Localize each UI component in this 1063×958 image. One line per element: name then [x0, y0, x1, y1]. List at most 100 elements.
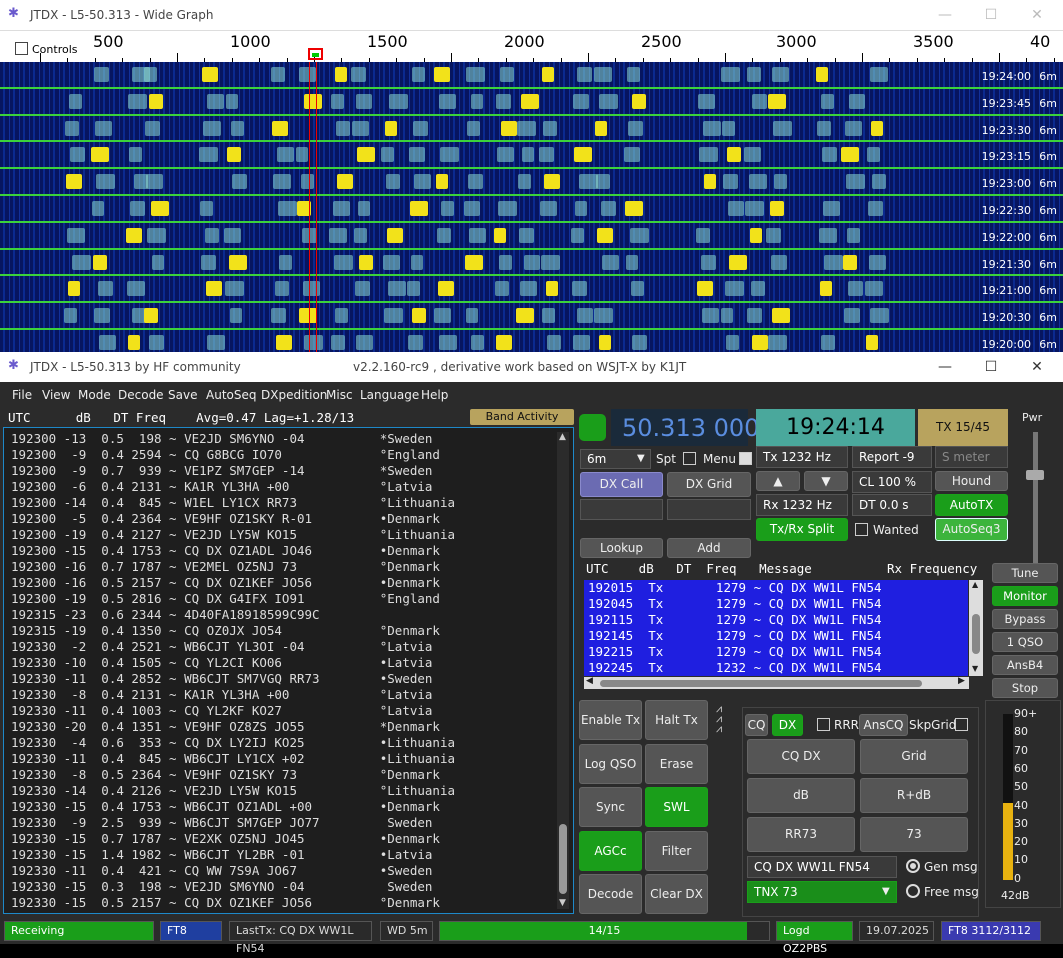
- dx-button[interactable]: DX: [772, 714, 803, 736]
- tx-down-button[interactable]: ▼: [804, 471, 848, 491]
- decode-line[interactable]: 192315 -19 0.4 1350 ~ CQ OZ0JX JO54 °Den…: [11, 623, 440, 639]
- tx-frequency-spin[interactable]: Tx 1232 Hz: [756, 446, 848, 468]
- scroll-right-icon[interactable]: ▶: [958, 676, 965, 686]
- swl-mode-button[interactable]: SWL mode: [645, 787, 708, 852]
- scroll-up-icon[interactable]: ▲: [559, 432, 566, 442]
- hound-button[interactable]: Hound: [935, 471, 1008, 491]
- menu-autoseq[interactable]: AutoSeq: [206, 388, 256, 402]
- macro-r-db-button[interactable]: R+dB: [860, 778, 968, 813]
- wanted-checkbox[interactable]: [855, 523, 868, 536]
- minimize-icon[interactable]: —: [922, 0, 968, 30]
- decode-scroll-thumb[interactable]: [559, 824, 567, 894]
- close-icon[interactable]: ✕: [1014, 352, 1060, 382]
- tx-arrows-icon[interactable]: ⩘ ⩘ ⩘: [716, 703, 722, 734]
- menu-save[interactable]: Save: [168, 388, 197, 402]
- decode-line[interactable]: 192300 -9 0.4 2594 ~ CQ G8BCG IO70 °Engl…: [11, 447, 440, 463]
- bypass-button[interactable]: Bypass: [992, 609, 1058, 629]
- tx-history-list[interactable]: 192015 Tx 1279 ~ CQ DX WW1L FN54 192045 T…: [584, 580, 968, 676]
- free-msg-radio[interactable]: [906, 884, 920, 898]
- ansb4-button[interactable]: AnsB4: [992, 655, 1058, 675]
- menu-view[interactable]: View: [42, 388, 70, 402]
- anscq-button[interactable]: AnsCQ: [859, 714, 908, 736]
- free-msg-select[interactable]: TNX 73: [747, 881, 897, 903]
- tx-history-hscrollbar[interactable]: ◀ ▶: [584, 676, 969, 689]
- cq-button[interactable]: CQ: [745, 714, 768, 736]
- dt-spin[interactable]: DT 0.0 s: [852, 494, 932, 516]
- band-activity-list[interactable]: ▲ ▼ 192300 -13 0.5 198 ~ VE2JD SM6YNO -0…: [3, 427, 574, 914]
- decode-line[interactable]: 192300 -15 0.4 1753 ~ CQ DX OZ1ADL JO46 …: [11, 543, 440, 559]
- halt-tx-button[interactable]: Halt Tx: [645, 700, 708, 740]
- macro-73-button[interactable]: 73: [860, 817, 968, 852]
- decode-line[interactable]: 192300 -6 0.4 2131 ~ KA1R YL3HA +00 °Lat…: [11, 479, 432, 495]
- menu-language[interactable]: Language: [360, 388, 419, 402]
- agcc-button[interactable]: AGCc: [579, 831, 642, 871]
- tx-up-button[interactable]: ▲: [756, 471, 800, 491]
- tune-button[interactable]: Tune: [992, 563, 1058, 583]
- decode-line[interactable]: 192300 -13 0.5 198 ~ VE2JD SM6YNO -04 *S…: [11, 431, 432, 447]
- decode-line[interactable]: 192330 -11 0.4 1003 ~ CQ YL2KF KO27 °Lat…: [11, 703, 432, 719]
- maximize-icon[interactable]: ☐: [968, 0, 1014, 30]
- tx-history-line[interactable]: 192045 Tx 1279 ~ CQ DX WW1L FN54: [588, 596, 882, 612]
- macro-cq-dx-button[interactable]: CQ DX: [747, 739, 855, 774]
- erase-button[interactable]: Erase: [645, 744, 708, 784]
- decode-line[interactable]: 192330 -4 0.6 353 ~ CQ DX LY2IJ KO25 •Li…: [11, 735, 455, 751]
- gen-msg-radio[interactable]: [906, 859, 920, 873]
- decode-line[interactable]: 192330 -8 0.4 2131 ~ KA1R YL3HA +00 °Lat…: [11, 687, 432, 703]
- spt-checkbox[interactable]: [683, 452, 696, 465]
- decode-line[interactable]: 192300 -5 0.4 2364 ~ VE9HF OZ1SKY R-01 •…: [11, 511, 440, 527]
- waterfall-display[interactable]: 19:24:00 6m 19:23:45 6m 19:23:30 6m 19:23:15 6m…: [0, 62, 1063, 357]
- chevron-down-icon[interactable]: ▼: [637, 453, 645, 464]
- decode-line[interactable]: 192330 -11 0.4 421 ~ CQ WW 7S9A JO67 •Sw…: [11, 863, 432, 879]
- decode-line[interactable]: 192330 -20 0.4 1351 ~ VE9HF OZ8ZS JO55 *…: [11, 719, 440, 735]
- skpgrid-checkbox[interactable]: [955, 718, 968, 731]
- clear-dx-button[interactable]: Clear DX: [645, 874, 708, 914]
- macro-rr73-button[interactable]: RR73: [747, 817, 855, 852]
- decode-line[interactable]: 192330 -9 2.5 939 ~ WB6CJT SM7GEP JO77 S…: [11, 815, 432, 831]
- dx-call-input[interactable]: [580, 499, 663, 520]
- decode-line[interactable]: 192330 -15 1.4 1982 ~ WB6CJT YL2BR -01 •…: [11, 847, 432, 863]
- decode-line[interactable]: 192300 -16 0.7 1787 ~ VE2MEL OZ5NJ 73 °D…: [11, 559, 440, 575]
- dx-call-button[interactable]: DX Call: [580, 472, 663, 497]
- decode-line[interactable]: 192330 -11 0.4 2852 ~ WB6CJT SM7VGQ RR73…: [11, 671, 432, 687]
- filter-button[interactable]: Filter: [645, 831, 708, 871]
- add-button[interactable]: Add: [667, 538, 751, 558]
- one-qso-button[interactable]: 1 QSO: [992, 632, 1058, 652]
- dx-grid-input[interactable]: [667, 499, 751, 520]
- decode-line[interactable]: 192330 -2 0.4 2521 ~ WB6CJT YL3OI -04 °L…: [11, 639, 432, 655]
- txrx-split-button[interactable]: Tx/Rx Split: [756, 518, 848, 541]
- rrr-checkbox[interactable]: [817, 718, 830, 731]
- decode-line[interactable]: 192330 -14 0.4 2126 ~ VE2JD LY5W KO15 °L…: [11, 783, 455, 799]
- tx-scroll-thumb[interactable]: [972, 614, 980, 654]
- decode-line[interactable]: 192300 -9 0.7 939 ~ VE1PZ SM7GEP -14 *Sw…: [11, 463, 432, 479]
- scroll-up-icon[interactable]: ▲: [972, 580, 978, 589]
- menu-dxpedition[interactable]: DXpedition: [261, 388, 327, 402]
- pwr-slider-handle[interactable]: [1026, 470, 1044, 480]
- tx-history-line[interactable]: 192245 Tx 1232 ~ CQ DX WW1L FN54: [588, 660, 882, 676]
- macro-db-button[interactable]: dB: [747, 778, 855, 813]
- decode-line[interactable]: 192330 -8 0.5 2364 ~ VE9HF OZ1SKY 73 °De…: [11, 767, 440, 783]
- decode-button[interactable]: Decode: [579, 874, 642, 914]
- decode-line[interactable]: 192300 -19 0.5 2816 ~ CQ DX G4IFX IO91 °…: [11, 591, 440, 607]
- pwr-slider-track[interactable]: [1033, 432, 1038, 582]
- decode-line[interactable]: 192300 -16 0.5 2157 ~ CQ DX OZ1KEF JO56 …: [11, 575, 440, 591]
- tx-history-line[interactable]: 192215 Tx 1279 ~ CQ DX WW1L FN54: [588, 644, 882, 660]
- frequency-scale[interactable]: Controls 500 1000 1500 2000 2500 3000 3500 40: [0, 30, 1063, 63]
- dx-grid-button[interactable]: DX Grid: [667, 472, 751, 497]
- enable-tx-button[interactable]: Enable Tx: [579, 700, 642, 740]
- lookup-button[interactable]: Lookup: [580, 538, 663, 558]
- decode-scrollbar[interactable]: ▲ ▼: [557, 432, 569, 909]
- tx-frequency-marker[interactable]: [308, 48, 323, 60]
- decode-line[interactable]: 192330 -10 0.4 1505 ~ CQ YL2CI KO06 •Lat…: [11, 655, 432, 671]
- decode-line[interactable]: 192330 -15 0.3 198 ~ VE2JD SM6YNO -04 Sw…: [11, 879, 432, 895]
- autotx-button[interactable]: AutoTX: [935, 494, 1008, 516]
- tx-history-line[interactable]: 192015 Tx 1279 ~ CQ DX WW1L FN54: [588, 580, 882, 596]
- decode-line[interactable]: 192330 -15 0.7 1787 ~ VE2XK OZ5NJ JO45 •…: [11, 831, 440, 847]
- decode-line[interactable]: 192330 -15 0.5 2157 ~ CQ DX OZ1KEF JO56 …: [11, 895, 440, 911]
- menu-decode[interactable]: Decode: [118, 388, 164, 402]
- tx-history-line[interactable]: 192145 Tx 1279 ~ CQ DX WW1L FN54: [588, 628, 882, 644]
- close-icon[interactable]: ✕: [1014, 0, 1060, 30]
- maximize-icon[interactable]: ☐: [968, 352, 1014, 382]
- decode-line[interactable]: 192330 -15 0.4 1753 ~ WB6CJT OZ1ADL +00 …: [11, 799, 440, 815]
- tx-history-line[interactable]: 192115 Tx 1279 ~ CQ DX WW1L FN54: [588, 612, 882, 628]
- log-qso-button[interactable]: Log QSO: [579, 744, 642, 784]
